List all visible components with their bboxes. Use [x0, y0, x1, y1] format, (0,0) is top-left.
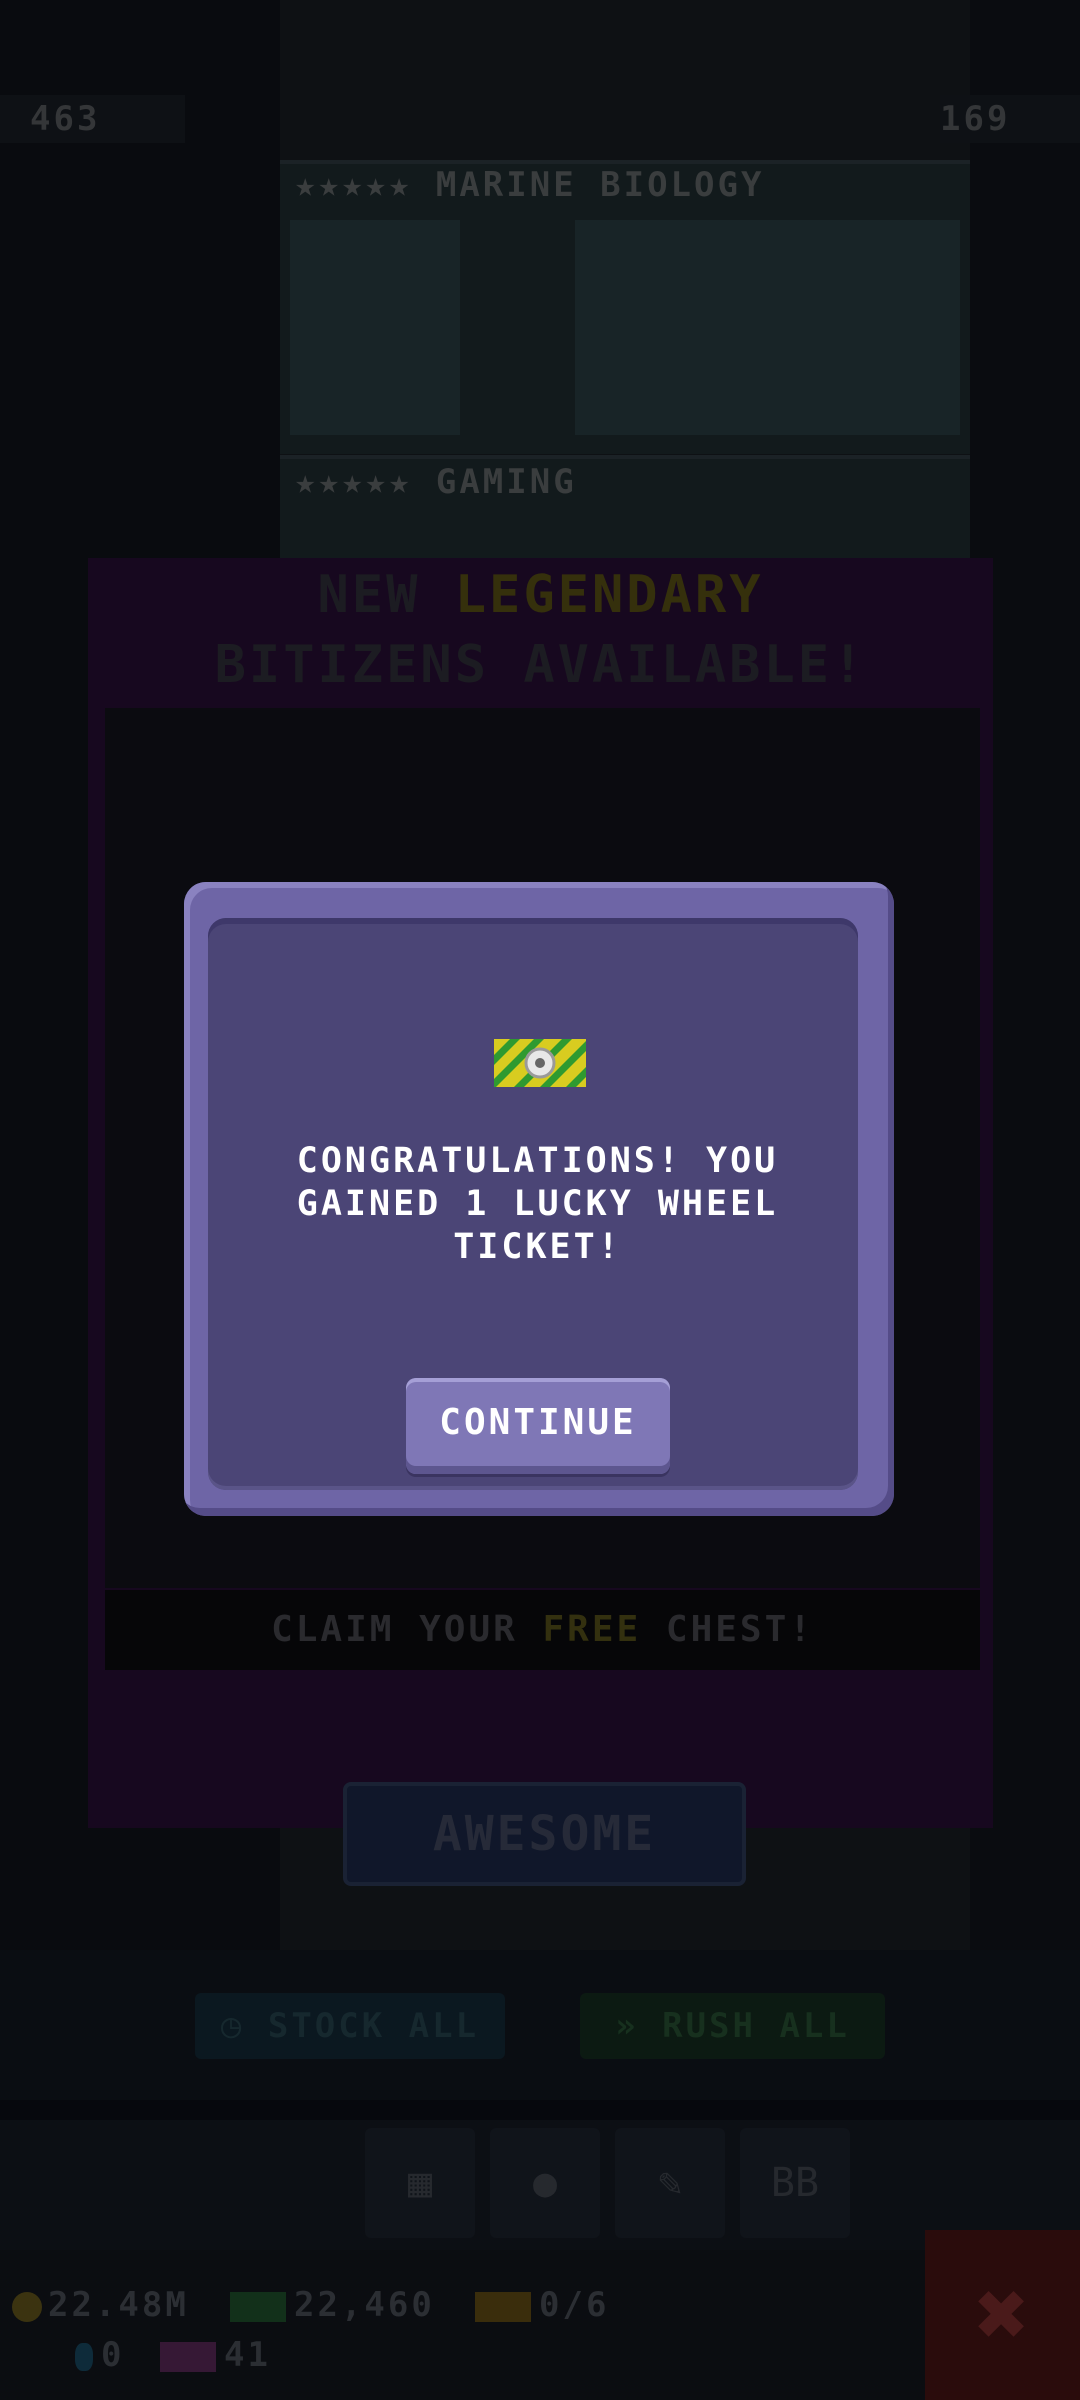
floor-name: GAMING — [435, 462, 577, 502]
building-menu-icon[interactable]: ▦ — [365, 2128, 475, 2238]
floor-room — [290, 220, 460, 435]
floor-name: MARINE BIOLOGY — [435, 165, 765, 205]
tv-icon — [160, 2341, 216, 2372]
coin-icon — [12, 2291, 42, 2322]
legendary-title-line2: BITIZENS AVAILABLE! — [214, 635, 867, 695]
status-bar — [0, 2250, 1080, 2400]
bux-icon — [230, 2291, 286, 2322]
legendary-title-line1: NEW LEGENDARY — [317, 565, 764, 625]
coins-stat: 22.48M — [12, 2285, 189, 2325]
awesome-button[interactable]: AWESOME — [343, 1782, 746, 1886]
floor-counter: 169 — [940, 95, 1080, 143]
continue-button[interactable]: CONTINUE — [406, 1378, 670, 1474]
gem-icon — [75, 2342, 93, 2371]
claim-free-chest-banner[interactable]: CLAIM YOUR FREE CHEST! — [105, 1590, 980, 1670]
floor-stars: ★★★★★ — [295, 462, 413, 502]
floor-room — [575, 220, 960, 435]
action-bar — [0, 1950, 1080, 2100]
rush-all-button[interactable]: » RUSH ALL — [580, 1993, 885, 2059]
close-icon[interactable]: ✖ — [925, 2230, 1080, 2400]
stock-all-button[interactable]: ◷ STOCK ALL — [195, 1993, 505, 2059]
floor-label: ★★★★★ GAMING — [295, 462, 577, 502]
floor-label: ★★★★★ MARINE BIOLOGY — [295, 165, 764, 205]
vip-icon — [475, 2291, 531, 2322]
reward-message: CONGRATULATIONS! YOU GAINED 1 LUCKY WHEE… — [296, 1141, 779, 1267]
raffle-menu-icon[interactable]: ✎ — [615, 2128, 725, 2238]
rush-icon: » — [615, 2006, 663, 2046]
clock-icon: ◷ — [220, 2006, 268, 2046]
gems-stat: 0 — [75, 2335, 124, 2375]
vip-stat: 0/6 — [475, 2285, 609, 2325]
floor-stars: ★★★★★ — [295, 165, 413, 205]
continue-label: CONTINUE — [439, 1402, 637, 1443]
bb-menu-icon[interactable]: BB — [740, 2128, 850, 2238]
bitizens-menu-icon[interactable]: ● — [490, 2128, 600, 2238]
tv-stat: 41 — [160, 2335, 271, 2375]
population-counter: 463 — [0, 95, 185, 143]
lucky-wheel-ticket-icon — [494, 1039, 586, 1087]
bux-stat: 22,460 — [230, 2285, 435, 2325]
